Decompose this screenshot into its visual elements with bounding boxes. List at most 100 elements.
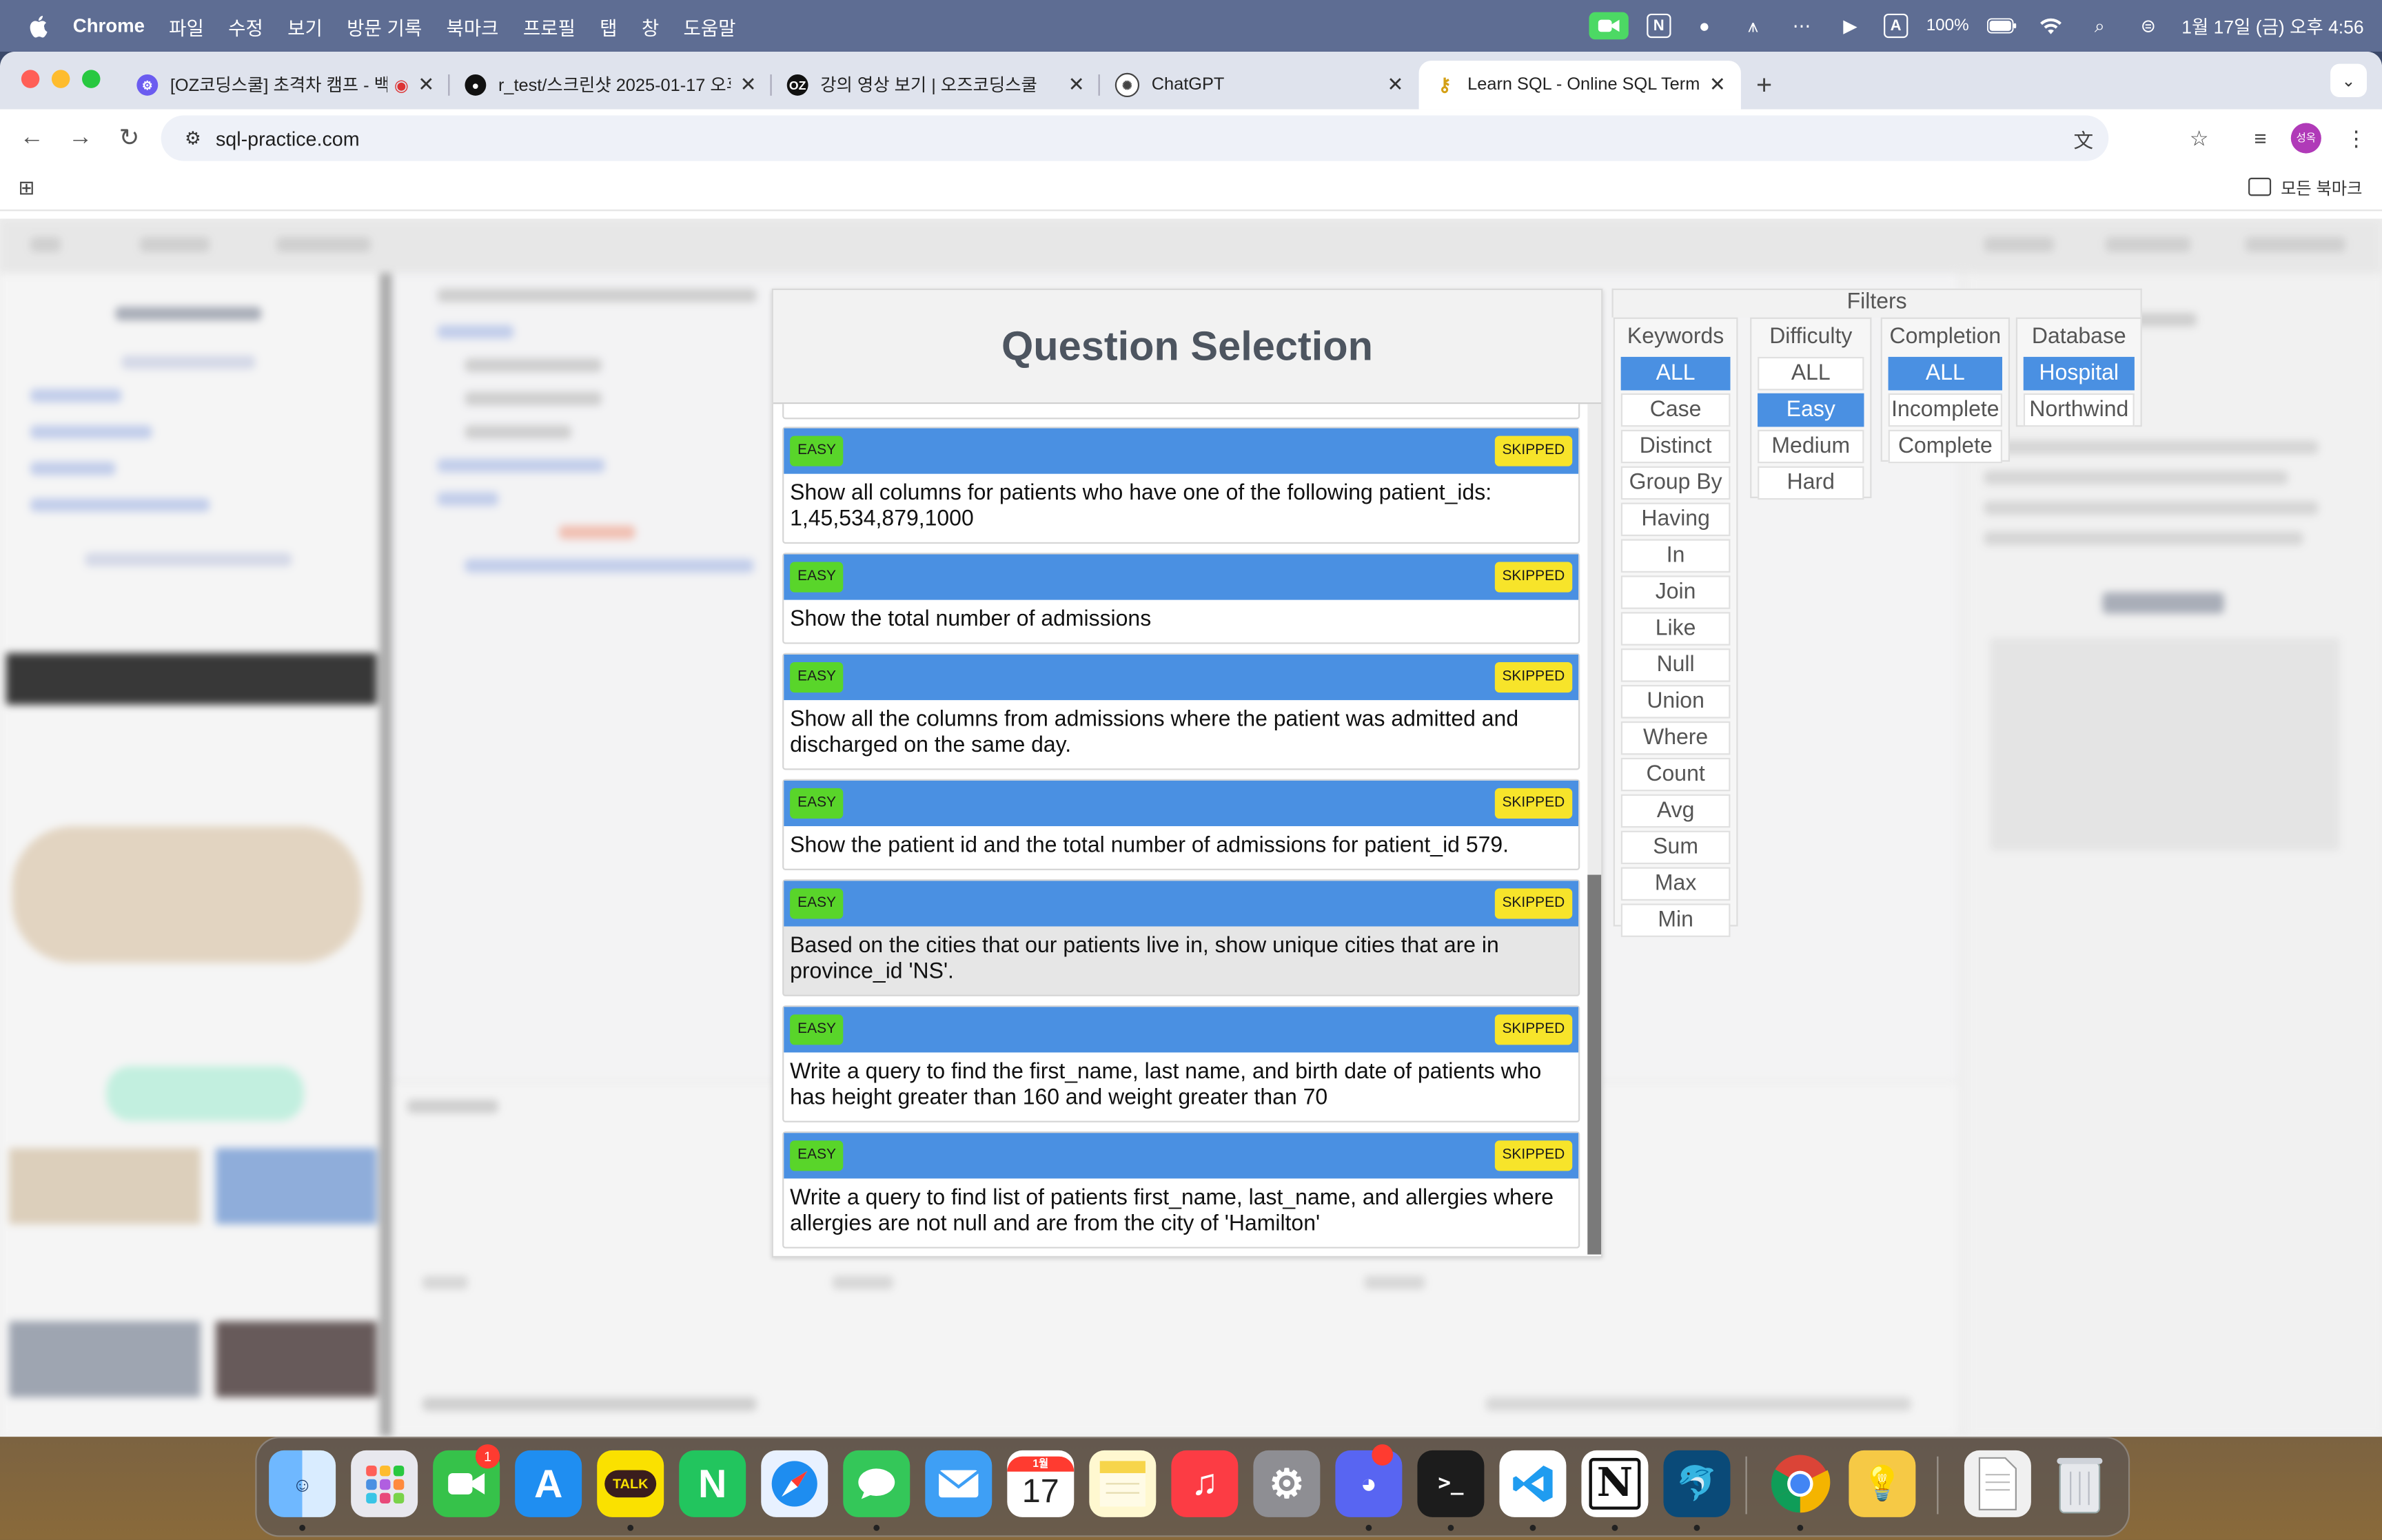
apps-grid-icon[interactable]: ⊞ bbox=[18, 176, 34, 201]
question-card[interactable]: EASY SKIPPED Show all columns for patien… bbox=[782, 427, 1580, 544]
document-icon[interactable] bbox=[1964, 1450, 2031, 1517]
control-center-icon[interactable]: ⊜ bbox=[2133, 14, 2164, 38]
keyword-avg-button[interactable]: Avg bbox=[1620, 793, 1731, 828]
reload-icon[interactable]: ↻ bbox=[112, 123, 145, 154]
music-icon[interactable]: ♫ bbox=[1171, 1450, 1239, 1517]
question-card-partial[interactable] bbox=[782, 404, 1580, 420]
question-card[interactable]: EASY SKIPPED Write a query to find list … bbox=[782, 1131, 1580, 1249]
messages-icon[interactable] bbox=[843, 1450, 910, 1517]
new-tab-button[interactable]: + bbox=[1756, 61, 1772, 110]
completion-incomplete-button[interactable]: Incomplete bbox=[1888, 392, 2003, 427]
address-bar[interactable]: ⚙ sql-practice.com 文 bbox=[161, 115, 2109, 161]
keyword-union-button[interactable]: Union bbox=[1620, 684, 1731, 718]
keyword-like-button[interactable]: Like bbox=[1620, 611, 1731, 645]
apple-icon[interactable] bbox=[28, 14, 52, 38]
close-tab-icon[interactable]: ✕ bbox=[1387, 73, 1404, 97]
question-list[interactable]: EASY SKIPPED Show all columns for patien… bbox=[773, 404, 1587, 1254]
question-card[interactable]: EASY SKIPPED Write a query to find the f… bbox=[782, 1005, 1580, 1122]
menu-window[interactable]: 창 bbox=[642, 12, 659, 41]
difficulty-hard-button[interactable]: Hard bbox=[1758, 465, 1864, 500]
close-window-button[interactable] bbox=[21, 70, 40, 88]
play-icon[interactable]: ▶ bbox=[1835, 14, 1865, 38]
trash-icon[interactable] bbox=[2046, 1450, 2113, 1517]
keyword-case-button[interactable]: Case bbox=[1620, 392, 1731, 427]
notes-icon[interactable] bbox=[1089, 1450, 1157, 1517]
difficulty-all-button[interactable]: ALL bbox=[1758, 356, 1864, 390]
system-settings-icon[interactable]: ⚙ bbox=[1253, 1450, 1321, 1517]
input-a-icon[interactable]: A bbox=[1883, 13, 1908, 39]
menu-help[interactable]: 도움말 bbox=[683, 12, 735, 41]
tab-search-icon[interactable]: ⌄ bbox=[2330, 63, 2367, 98]
close-tab-icon[interactable]: ✕ bbox=[1068, 73, 1085, 97]
app-store-icon[interactable]: A bbox=[515, 1450, 582, 1517]
spotlight-search-icon[interactable]: ⌕ bbox=[2084, 14, 2115, 38]
keyword-group-by-button[interactable]: Group By bbox=[1620, 465, 1731, 500]
close-tab-icon[interactable]: ✕ bbox=[418, 73, 434, 97]
kakaotalk-icon[interactable]: TALK bbox=[597, 1450, 664, 1517]
notion-icon[interactable]: N bbox=[1581, 1450, 1649, 1517]
question-card[interactable]: EASY SKIPPED Show all the columns from a… bbox=[782, 653, 1580, 770]
zoom-window-button[interactable] bbox=[82, 70, 101, 88]
all-bookmarks-button[interactable]: 모든 북마크 bbox=[2248, 176, 2362, 201]
completion-all-button[interactable]: ALL bbox=[1888, 356, 2003, 390]
menu-history[interactable]: 방문 기록 bbox=[347, 12, 422, 41]
database-northwind-button[interactable]: Northwind bbox=[2023, 392, 2135, 427]
message-bubble-icon[interactable]: ● bbox=[1689, 14, 1720, 38]
mysql-workbench-icon[interactable]: 🐬 bbox=[1663, 1450, 1731, 1517]
tab-oz-camp[interactable]: ⚙ [OZ코딩스쿨] 초격차 캠프 - 백 ◉ ✕ bbox=[121, 61, 450, 110]
menu-app-name[interactable]: Chrome bbox=[73, 15, 145, 37]
idea-icon[interactable]: 💡 bbox=[1849, 1450, 1916, 1517]
close-tab-icon[interactable]: ✕ bbox=[1709, 73, 1726, 97]
wifi-icon[interactable] bbox=[2036, 14, 2066, 38]
discord-icon[interactable]: ◕ bbox=[1335, 1450, 1403, 1517]
keyword-max-button[interactable]: Max bbox=[1620, 866, 1731, 900]
translate-icon[interactable]: 文 bbox=[2074, 124, 2094, 153]
facetime-status-icon[interactable] bbox=[1589, 12, 1629, 40]
reading-list-icon[interactable]: ≡ bbox=[2254, 126, 2267, 150]
tab-lecture[interactable]: OZ 강의 영상 보기 | 오즈코딩스쿨 ✕ bbox=[772, 61, 1100, 110]
naver-icon[interactable]: N bbox=[679, 1450, 746, 1517]
close-tab-icon[interactable]: ✕ bbox=[740, 73, 757, 97]
finder-icon[interactable]: ☺ bbox=[269, 1450, 336, 1517]
menubar-clock[interactable]: 1월 17일 (금) 오후 4:56 bbox=[2181, 13, 2363, 39]
site-info-icon[interactable]: ⚙ bbox=[170, 127, 216, 149]
question-card-hovered[interactable]: EASY SKIPPED Based on the cities that ou… bbox=[782, 879, 1580, 996]
difficulty-easy-button[interactable]: Easy bbox=[1758, 392, 1864, 427]
vscode-icon[interactable] bbox=[1499, 1450, 1567, 1517]
keyword-sum-button[interactable]: Sum bbox=[1620, 830, 1731, 864]
tab-github[interactable]: ● r_test/스크린샷 2025-01-17 오후 ✕ bbox=[449, 61, 772, 110]
menu-profiles[interactable]: 프로필 bbox=[523, 12, 576, 41]
url-text[interactable]: sql-practice.com bbox=[216, 127, 360, 150]
keyword-all-button[interactable]: ALL bbox=[1620, 356, 1731, 390]
keyword-where-button[interactable]: Where bbox=[1620, 720, 1731, 754]
menu-bookmarks[interactable]: 북마크 bbox=[446, 12, 498, 41]
menu-file[interactable]: 파일 bbox=[169, 12, 204, 41]
activity-icon[interactable]: ⋯ bbox=[1787, 14, 1817, 38]
keyword-distinct-button[interactable]: Distinct bbox=[1620, 429, 1731, 463]
back-icon[interactable]: ← bbox=[15, 125, 48, 152]
notion-n-icon[interactable]: N bbox=[1647, 13, 1671, 39]
question-card[interactable]: EASY SKIPPED Show the total number of ad… bbox=[782, 553, 1580, 644]
forward-icon[interactable]: → bbox=[64, 125, 97, 152]
mail-icon[interactable] bbox=[925, 1450, 993, 1517]
question-card[interactable]: EASY SKIPPED Show the patient id and the… bbox=[782, 779, 1580, 870]
hearing-icon[interactable]: ⩚ bbox=[1738, 14, 1768, 38]
keyword-in-button[interactable]: In bbox=[1620, 538, 1731, 572]
avatar[interactable]: 성옥 bbox=[2290, 123, 2321, 154]
menu-edit[interactable]: 수정 bbox=[228, 12, 263, 41]
keyword-null-button[interactable]: Null bbox=[1620, 648, 1731, 681]
battery-icon[interactable] bbox=[1987, 14, 2017, 38]
scrollbar-thumb[interactable] bbox=[1587, 874, 1602, 1255]
bookmark-star-icon[interactable]: ☆ bbox=[2190, 125, 2209, 151]
chrome-menu-icon[interactable]: ⋮ bbox=[2345, 125, 2367, 151]
minimize-window-button[interactable] bbox=[51, 70, 70, 88]
keyword-min-button[interactable]: Min bbox=[1620, 903, 1731, 936]
database-hospital-button[interactable]: Hospital bbox=[2023, 356, 2135, 390]
safari-icon[interactable] bbox=[761, 1450, 828, 1517]
chrome-icon[interactable] bbox=[1767, 1450, 1833, 1517]
terminal-icon[interactable]: >_ bbox=[1417, 1450, 1485, 1517]
tab-learn-sql[interactable]: ⚷ Learn SQL - Online SQL Terminal ✕ bbox=[1418, 61, 1741, 110]
keyword-having-button[interactable]: Having bbox=[1620, 502, 1731, 535]
completion-complete-button[interactable]: Complete bbox=[1888, 429, 2003, 463]
tab-chatgpt[interactable]: ✺ ChatGPT ✕ bbox=[1100, 61, 1419, 110]
